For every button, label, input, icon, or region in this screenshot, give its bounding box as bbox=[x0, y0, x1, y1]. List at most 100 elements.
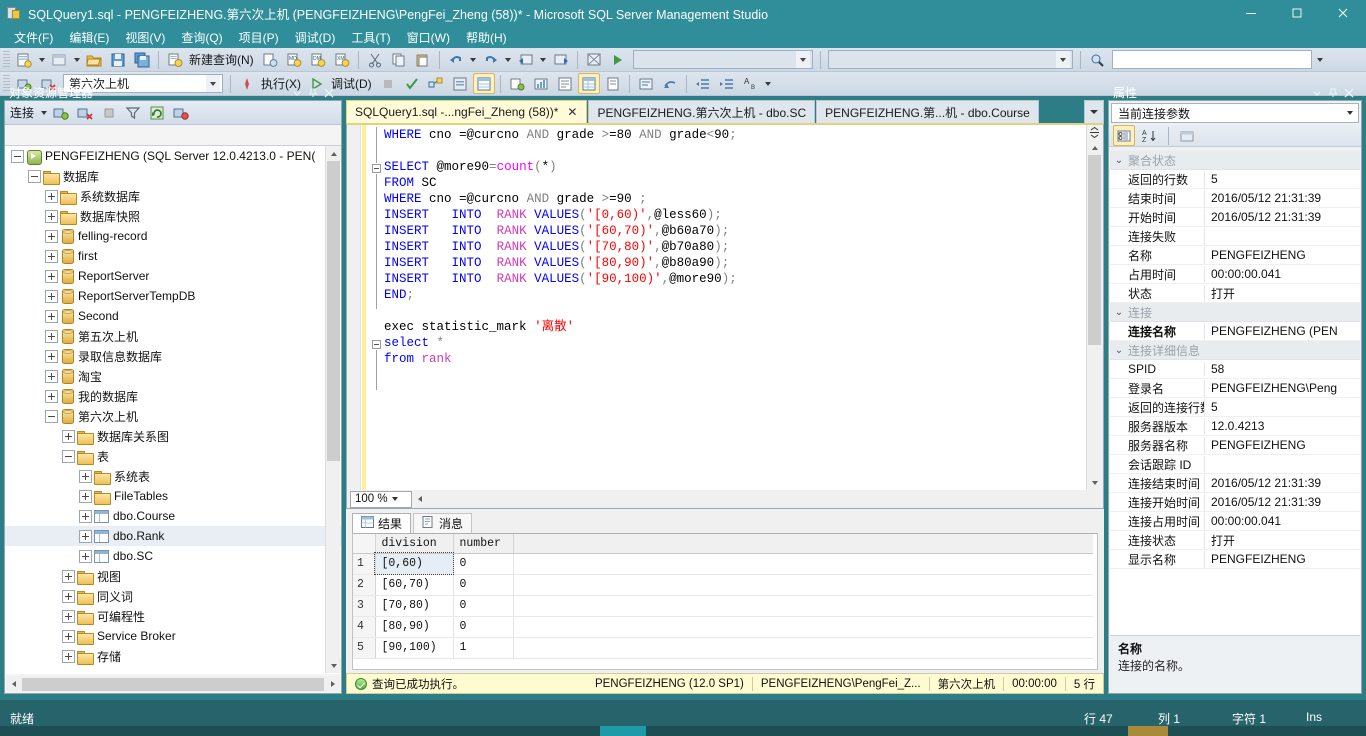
include-actual-plan-icon[interactable] bbox=[506, 73, 528, 94]
property-row[interactable]: 返回的连接行数 5 bbox=[1110, 398, 1360, 417]
decrease-indent-icon[interactable] bbox=[692, 73, 714, 94]
cell-division[interactable]: [90,100) bbox=[375, 637, 454, 659]
query-options-icon[interactable] bbox=[449, 73, 471, 94]
object-explorer-tree[interactable]: PENGFEIZHENG (SQL Server 12.0.4213.0 - P… bbox=[5, 145, 341, 674]
menu-help[interactable]: 帮助(H) bbox=[458, 27, 515, 48]
cell-number[interactable]: 0 bbox=[453, 574, 514, 596]
property-value[interactable]: 打开 bbox=[1205, 285, 1360, 302]
zoom-combo[interactable]: 100 % bbox=[350, 490, 412, 508]
undo-icon[interactable] bbox=[445, 49, 467, 70]
config-combo[interactable] bbox=[827, 50, 1073, 69]
tree-item[interactable]: PENGFEIZHENG (SQL Server 12.0.4213.0 - P… bbox=[5, 146, 341, 166]
tree-item[interactable]: ReportServer bbox=[5, 266, 341, 286]
property-row[interactable]: 连接占用时间 00:00:00.041 bbox=[1110, 512, 1360, 531]
collapse-icon[interactable] bbox=[11, 149, 24, 163]
col-header-rownum[interactable] bbox=[353, 534, 376, 554]
property-category[interactable]: ⌄ 聚合状态 bbox=[1110, 151, 1360, 170]
editor-vscrollbar[interactable] bbox=[1086, 125, 1103, 490]
menu-tools[interactable]: 工具(T) bbox=[343, 27, 398, 48]
property-pages-icon[interactable] bbox=[1176, 125, 1198, 146]
connect-button-label[interactable]: 连接 bbox=[8, 104, 38, 121]
results-to-grid-icon[interactable] bbox=[472, 73, 495, 94]
editor-scroll-up-button[interactable] bbox=[1087, 140, 1102, 155]
property-row[interactable]: 连接状态 打开 bbox=[1110, 531, 1360, 550]
tab-list-dropdown-icon[interactable] bbox=[1084, 100, 1104, 123]
property-row[interactable]: 状态 打开 bbox=[1110, 284, 1360, 303]
results-to-grid2-icon[interactable] bbox=[577, 73, 600, 94]
expand-icon[interactable] bbox=[62, 569, 75, 583]
new-analysis-xmla-query-icon[interactable]: XM bbox=[331, 49, 353, 70]
new-query-icon[interactable] bbox=[164, 49, 186, 70]
quick-search-input[interactable] bbox=[1111, 50, 1312, 69]
property-value[interactable]: 2016/05/12 21:31:39 bbox=[1205, 191, 1360, 205]
property-value[interactable]: 00:00:00.041 bbox=[1205, 514, 1360, 528]
tree-item[interactable]: 系统数据库 bbox=[5, 186, 341, 206]
uncomment-lines-icon[interactable] bbox=[659, 73, 681, 94]
tree-item[interactable]: 第六次上机 bbox=[5, 406, 341, 426]
property-row[interactable]: 连接结束时间 2016/05/12 21:31:39 bbox=[1110, 474, 1360, 493]
chevron-down-icon[interactable]: ⌄ bbox=[1110, 345, 1128, 356]
split-editor-button[interactable] bbox=[1087, 125, 1102, 140]
tree-item[interactable]: 淘宝 bbox=[5, 366, 341, 386]
expand-icon[interactable] bbox=[79, 469, 92, 483]
close-icon[interactable] bbox=[321, 85, 337, 101]
property-row[interactable]: 名称 PENGFEIZHENG bbox=[1110, 246, 1360, 265]
menu-query[interactable]: 查询(Q) bbox=[173, 27, 230, 48]
stop-refresh-icon[interactable] bbox=[98, 102, 120, 123]
property-value[interactable]: 2016/05/12 21:31:39 bbox=[1205, 476, 1360, 490]
new-query-label[interactable]: 新建查询(N) bbox=[187, 51, 258, 68]
show-diagram-pane-icon[interactable] bbox=[583, 49, 605, 70]
solution-combo[interactable] bbox=[632, 50, 813, 69]
expand-icon[interactable] bbox=[45, 329, 58, 343]
scroll-up-button[interactable] bbox=[326, 146, 341, 161]
property-row[interactable]: 占用时间 00:00:00.041 bbox=[1110, 265, 1360, 284]
editor-scroll-down-button[interactable] bbox=[1087, 475, 1102, 490]
save-icon[interactable] bbox=[107, 49, 129, 70]
stop-icon[interactable] bbox=[377, 73, 399, 94]
tree-item[interactable]: 我的数据库 bbox=[5, 386, 341, 406]
scroll-down-button[interactable] bbox=[326, 658, 341, 673]
expand-icon[interactable] bbox=[62, 429, 75, 443]
table-row[interactable]: 1 [0,60) 0 bbox=[353, 552, 1093, 575]
results-to-text-icon[interactable] bbox=[554, 73, 576, 94]
standard-toolbar-overflow[interactable] bbox=[1315, 49, 1326, 70]
table-row[interactable]: 2 [60,70) 0 bbox=[353, 574, 1093, 596]
navigate-forward-icon[interactable] bbox=[550, 49, 572, 70]
tree-item[interactable]: 数据库 bbox=[5, 166, 341, 186]
comment-lines-icon[interactable] bbox=[635, 73, 657, 94]
property-value[interactable]: 58 bbox=[1205, 362, 1360, 376]
tree-item[interactable]: felling-record bbox=[5, 226, 341, 246]
tree-item[interactable]: 可编程性 bbox=[5, 606, 341, 626]
cell-number[interactable]: 0 bbox=[453, 553, 514, 575]
close-icon[interactable] bbox=[1341, 85, 1357, 101]
tab-dbo-sc[interactable]: PENGFEIZHENG.第六次上机 - dbo.SC bbox=[588, 100, 816, 123]
row-number[interactable]: 1 bbox=[353, 553, 376, 575]
property-value[interactable]: PENGFEIZHENG\Peng bbox=[1205, 381, 1360, 395]
font-size-icon[interactable]: AB bbox=[740, 73, 762, 94]
solution-combo-arrow[interactable] bbox=[795, 51, 810, 68]
tree-item[interactable]: dbo.Rank bbox=[5, 526, 341, 546]
taskbar-item[interactable] bbox=[1128, 726, 1168, 736]
tab-sqlquery1[interactable]: SQLQuery1.sql -...ngFei_Zheng (58))* ✕ bbox=[346, 100, 588, 123]
property-row[interactable]: 服务器版本 12.0.4213 bbox=[1110, 417, 1360, 436]
menu-edit[interactable]: 编辑(E) bbox=[61, 27, 117, 48]
paste-icon[interactable] bbox=[412, 49, 434, 70]
toolbar-grip[interactable] bbox=[3, 50, 10, 69]
menu-debug[interactable]: 调试(D) bbox=[287, 27, 344, 48]
tree-item[interactable]: 存储 bbox=[5, 646, 341, 666]
sql-code[interactable]: WHERE cno =@curcno AND grade >=80 AND gr… bbox=[369, 127, 1083, 488]
filter-icon[interactable] bbox=[122, 102, 144, 123]
tree-item[interactable]: 第五次上机 bbox=[5, 326, 341, 346]
table-row[interactable]: 3 [70,80) 0 bbox=[353, 595, 1093, 617]
editor-hscroll-left-button[interactable] bbox=[412, 491, 427, 507]
expand-icon[interactable] bbox=[79, 509, 92, 523]
property-row[interactable]: 连接名称 PENGFEIZHENG (PEN bbox=[1110, 322, 1360, 341]
collapse-icon[interactable] bbox=[45, 409, 58, 423]
new-project-icon[interactable] bbox=[13, 49, 35, 70]
collapse-icon[interactable] bbox=[62, 449, 75, 463]
cell-division[interactable]: [60,70) bbox=[375, 574, 454, 596]
include-client-statistics-icon[interactable] bbox=[530, 73, 552, 94]
undo-dropdown[interactable] bbox=[468, 49, 479, 70]
expand-icon[interactable] bbox=[79, 549, 92, 563]
expand-icon[interactable] bbox=[45, 249, 58, 263]
